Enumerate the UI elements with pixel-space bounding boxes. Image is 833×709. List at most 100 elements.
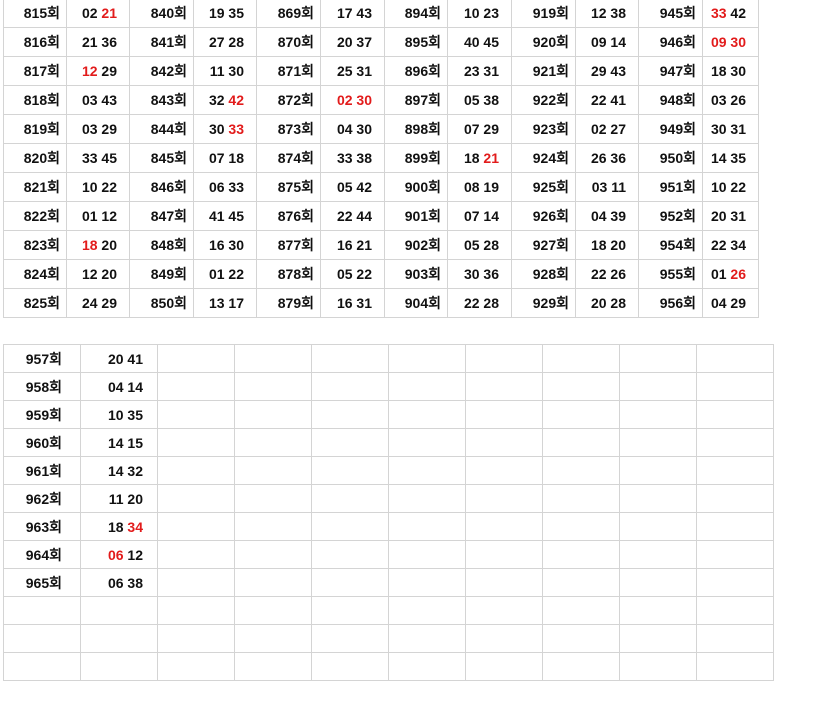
highlighted-number: 18 [81,237,98,253]
number: 03 [81,121,98,137]
round-label: 948회 [638,85,703,115]
empty-cell [234,596,312,625]
round-label: 850회 [129,288,194,318]
number: 26 [590,150,607,166]
number-pair: 01 22 [193,259,257,289]
number: 06 [208,179,225,195]
empty-cell [311,344,389,373]
number: 20 [127,490,143,507]
number-pair: 21 36 [66,27,130,57]
number-pair: 05 22 [320,259,385,289]
number: 30 [356,121,372,137]
empty-cell [311,540,389,569]
round-label: 843회 [129,85,194,115]
number: 22 [228,266,244,282]
number: 06 [107,574,124,591]
round-label: 876회 [256,201,321,231]
number: 01 [710,266,727,282]
number: 01 [81,208,98,224]
number-pair: 22 44 [320,201,385,231]
number: 12 [101,208,117,224]
number: 29 [101,121,117,137]
round-label: 897회 [384,85,448,115]
round-label: 927회 [511,230,576,260]
table-row: 820회 33 45 845회 07 18 874회 33 38 899회 18 21 924회… [3,143,759,173]
number: 23 [483,5,499,21]
empty-cell [388,512,466,541]
number: 14 [107,462,124,479]
round-label: 954회 [638,230,703,260]
highlighted-number: 30 [730,34,746,50]
round-label: 824회 [3,259,67,289]
table-row: 815회 02 21 840회 19 35 869회 17 43 894회 10 23 919회… [3,0,759,28]
empty-cell [696,624,774,653]
empty-cell [465,540,543,569]
round-label: 956회 [638,288,703,318]
number-pair [80,624,158,653]
number: 29 [483,121,499,137]
number: 31 [483,63,499,79]
round-label: 925회 [511,172,576,202]
empty-cell [619,652,697,681]
number: 29 [730,295,746,311]
empty-cell [619,400,697,429]
number-pair: 08 19 [447,172,512,202]
number-pair: 14 35 [702,143,759,173]
empty-cell [465,484,543,513]
number: 32 [127,462,143,479]
empty-cell [696,568,774,597]
round-label: 922회 [511,85,576,115]
empty-cell [234,428,312,457]
empty-cell [542,624,620,653]
number: 40 [463,34,480,50]
empty-cell [311,456,389,485]
number: 14 [483,208,499,224]
empty-cell [542,428,620,457]
number: 22 [336,208,353,224]
number-pair: 18 34 [80,512,158,541]
table-row: 821회 10 22 846회 06 33 875회 05 42 900회 08 19 925회… [3,172,759,202]
empty-cell [696,400,774,429]
number: 30 [228,237,244,253]
round-label: 819회 [3,114,67,144]
round-label: 874회 [256,143,321,173]
table-row: 959회 10 35 [3,400,774,429]
highlighted-number: 33 [710,5,727,21]
number: 41 [208,208,225,224]
number: 18 [710,63,727,79]
round-label: 898회 [384,114,448,144]
number: 10 [107,406,124,423]
number: 05 [463,237,480,253]
empty-cell [388,596,466,625]
number-pair: 29 43 [575,56,639,86]
number: 20 [610,237,626,253]
round-label: 904회 [384,288,448,318]
number-pair: 09 14 [575,27,639,57]
number: 10 [81,179,98,195]
number: 13 [208,295,225,311]
empty-cell [388,400,466,429]
empty-cell [465,344,543,373]
number: 08 [463,179,480,195]
round-label: 923회 [511,114,576,144]
number: 30 [463,266,480,282]
round-label: 924회 [511,143,576,173]
empty-cell [388,624,466,653]
number: 24 [81,295,98,311]
number-pair: 02 30 [320,85,385,115]
number: 22 [101,179,117,195]
empty-cell [619,624,697,653]
number: 33 [81,150,98,166]
empty-cell [619,540,697,569]
number-pair: 02 27 [575,114,639,144]
empty-cell [465,456,543,485]
number: 33 [336,150,353,166]
number-pair: 04 29 [702,288,759,318]
number-pair: 12 20 [66,259,130,289]
number-pair: 33 38 [320,143,385,173]
table-row: 817회 12 29 842회 11 30 871회 25 31 896회 23 31 921회… [3,56,759,86]
round-label: 847회 [129,201,194,231]
number: 31 [356,63,372,79]
number-pair: 16 30 [193,230,257,260]
number: 05 [463,92,480,108]
